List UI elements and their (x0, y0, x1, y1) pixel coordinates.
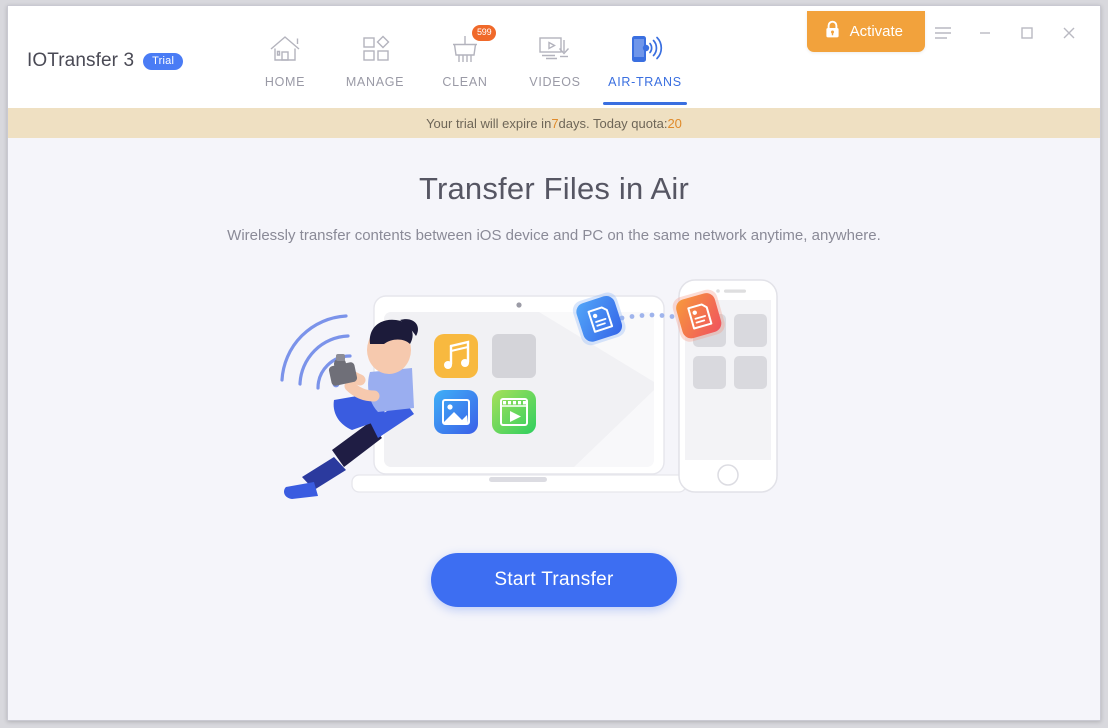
nav-label-videos: VIDEOS (529, 75, 581, 89)
activate-button[interactable]: Activate (806, 11, 925, 52)
banner-text-middle: days. Today quota: (558, 115, 668, 131)
active-tab-indicator (603, 102, 687, 105)
nav-label-home: HOME (264, 75, 306, 89)
placeholder-tile (492, 334, 536, 378)
photo-icon (434, 390, 478, 434)
title-bar: IOTransfer 3 Trial HOME MANAGE 599 CLEAN… (8, 6, 1100, 108)
trial-expiry-banner: Your trial will expire in 7 days. Today … (8, 108, 1100, 138)
close-icon[interactable] (1048, 16, 1090, 50)
clean-count-badge: 599 (472, 25, 497, 41)
app-brand: IOTransfer 3 Trial (27, 50, 184, 72)
music-icon (434, 334, 478, 378)
activate-label: Activate (849, 23, 903, 40)
lock-icon (824, 20, 841, 44)
hamburger-menu-icon[interactable] (922, 16, 964, 50)
maximize-icon[interactable] (1006, 16, 1048, 50)
manage-icon (358, 32, 392, 66)
banner-quota: 20 (667, 115, 682, 131)
nav-label-clean: CLEAN (442, 75, 488, 89)
trial-badge: Trial (143, 52, 184, 70)
main-content: Transfer Files in Air Wirelessly transfe… (8, 138, 1100, 720)
nav-item-videos[interactable]: VIDEOS (510, 32, 600, 105)
air-transfer-illustration (274, 272, 834, 522)
main-navigation: HOME MANAGE 599 CLEAN VIDEOS AIR-TRANS (240, 25, 690, 105)
banner-days: 7 (551, 115, 559, 131)
nav-item-clean[interactable]: 599 CLEAN (420, 25, 510, 105)
nav-item-manage[interactable]: MANAGE (330, 32, 420, 105)
minimize-icon[interactable] (964, 16, 1006, 50)
nav-label-air-trans: AIR-TRANS (608, 75, 682, 89)
videos-icon (537, 32, 573, 66)
nav-item-air-trans[interactable]: AIR-TRANS (600, 32, 690, 105)
nav-item-home[interactable]: HOME (240, 32, 330, 105)
app-window: IOTransfer 3 Trial HOME MANAGE 599 CLEAN… (7, 5, 1101, 721)
app-title: IOTransfer 3 (27, 50, 135, 71)
nav-label-manage: MANAGE (345, 75, 405, 89)
window-controls (922, 16, 1090, 50)
banner-text-before: Your trial will expire in (426, 115, 552, 131)
video-icon (492, 390, 536, 434)
page-title: Transfer Files in Air (418, 171, 690, 206)
home-icon (268, 32, 302, 66)
start-transfer-button[interactable]: Start Transfer (431, 553, 677, 607)
page-subtitle: Wirelessly transfer contents between iOS… (227, 227, 881, 244)
air-trans-icon (626, 32, 664, 66)
